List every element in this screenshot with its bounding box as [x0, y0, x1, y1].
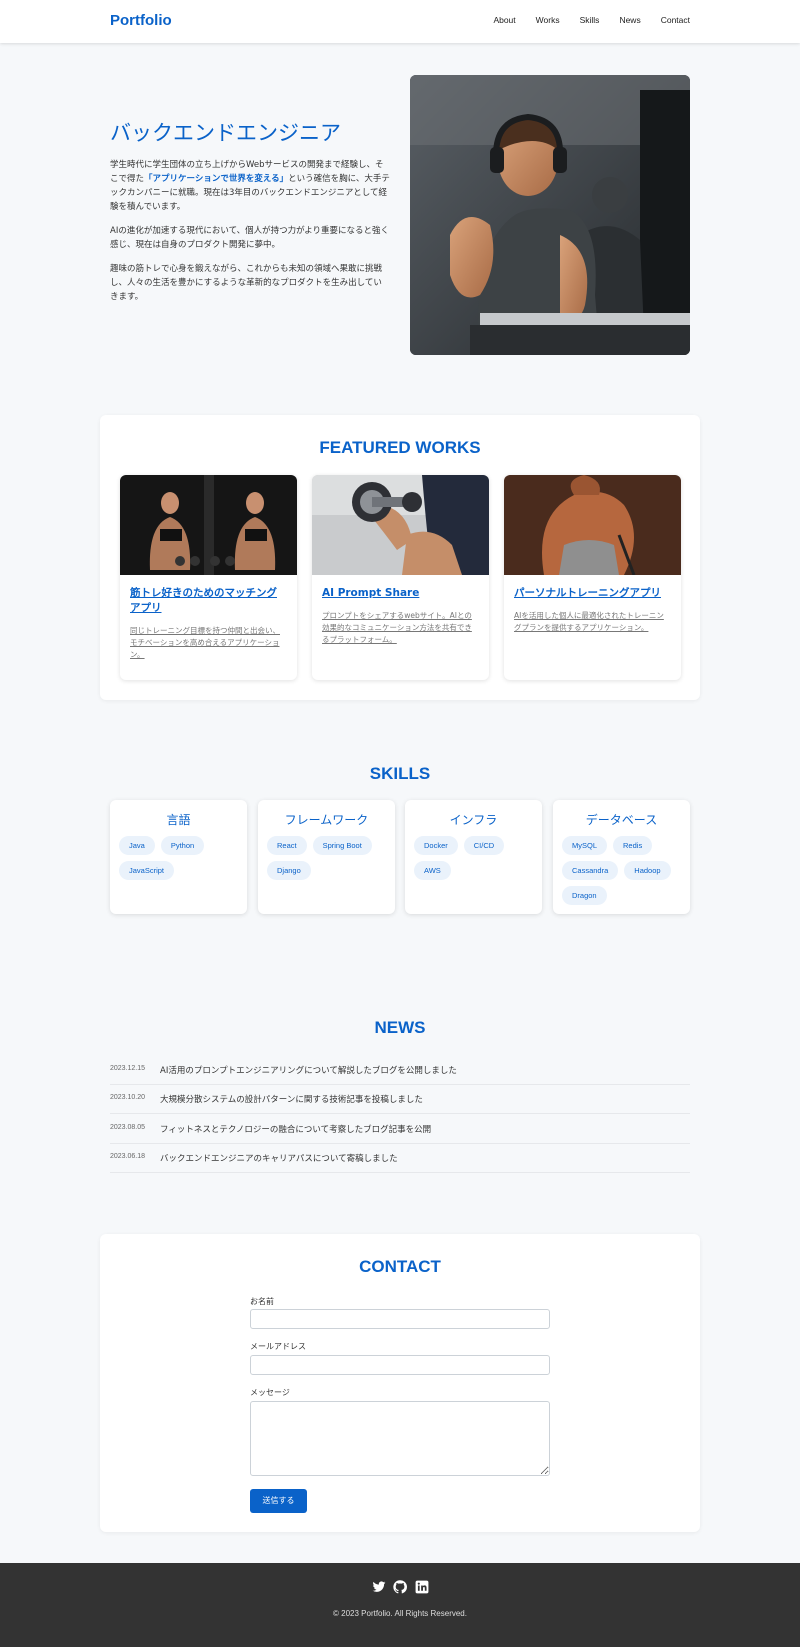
skill-tag: Dragon: [562, 886, 607, 905]
skill-tag: MySQL: [562, 836, 608, 855]
logo[interactable]: Portfolio: [110, 12, 172, 29]
skill-card-infra: インフラ Docker CI/CD AWS: [405, 800, 542, 914]
skill-tag: JavaScript: [119, 861, 175, 880]
linkedin-icon[interactable]: [415, 1580, 429, 1594]
hero-paragraph-2: AIの進化が加速する現代において、個人が持つ力がより重要になると強く感じ、現在は…: [110, 226, 390, 250]
skill-tag: Django: [267, 861, 311, 880]
site-footer: [0, 1563, 800, 1647]
news-date: 2023.06.18: [110, 1153, 146, 1160]
skill-card-language: 言語 Java Python JavaScript: [110, 800, 247, 914]
news-date: 2023.08.05: [110, 1124, 146, 1131]
work-image: [504, 475, 681, 575]
copyright: © 2023 Portfolio. All Rights Reserved.: [333, 1609, 467, 1618]
skill-category: フレームワーク: [284, 813, 369, 827]
nav-news[interactable]: News: [619, 15, 640, 25]
skill-category: データベース: [585, 813, 658, 827]
work-title[interactable]: パーソナルトレーニングアプリ: [514, 586, 671, 601]
news-text[interactable]: AI活用のプロンプトエンジニアリングについて解説したブログを公開しました: [160, 1064, 457, 1076]
hero-title: バックエンドエンジニア: [110, 121, 341, 145]
work-title[interactable]: AI Prompt Share: [322, 586, 479, 601]
work-image: [312, 475, 489, 575]
skill-tag: Docker: [414, 836, 458, 855]
skill-card-framework: フレームワーク React Spring Boot Django: [258, 800, 395, 914]
skill-tag: Spring Boot: [312, 836, 372, 855]
news-text[interactable]: 大規模分散システムの設計パターンに関する技術記事を投稿しました: [160, 1093, 423, 1105]
skill-tag: Python: [160, 836, 205, 855]
skill-tag: React: [267, 836, 307, 855]
skill-tag: CI/CD: [463, 836, 505, 855]
skill-tag: AWS: [414, 861, 451, 880]
work-desc[interactable]: 同じトレーニング目標を持つ仲間と出会い、モチベーションを高め合えるアプリケーショ…: [130, 625, 287, 661]
main-nav: About Works Skills News Contact: [493, 15, 690, 25]
nav-works[interactable]: Works: [536, 15, 560, 25]
skill-card-database: データベース MySQL Redis Cassandra Hadoop Drag…: [553, 800, 690, 914]
name-field[interactable]: [250, 1309, 550, 1329]
news-title: NEWS: [374, 1018, 426, 1037]
email-field[interactable]: [250, 1355, 550, 1375]
github-icon[interactable]: [393, 1580, 407, 1594]
work-title[interactable]: 筋トレ好きのためのマッチングアプリ: [130, 586, 287, 616]
news-text[interactable]: バックエンドエンジニアのキャリアパスについて寄稿しました: [160, 1152, 398, 1164]
skills-title: SKILLS: [369, 764, 431, 783]
work-card[interactable]: パーソナルトレーニングアプリ AIを活用した個人に最適化されたトレーニングプラン…: [504, 475, 681, 680]
contact-section: [100, 1234, 700, 1532]
email-label: メールアドレス: [250, 1342, 306, 1351]
hero-photo: [410, 75, 690, 355]
hero-highlight: 「アプリケーションで世界を変える」: [144, 174, 289, 184]
contact-title: CONTACT: [359, 1257, 441, 1276]
news-item[interactable]: 2023.08.05 フィットネスとテクノロジーの融合について考察したブログ記事…: [110, 1115, 690, 1144]
message-field[interactable]: [250, 1401, 550, 1476]
site-header: Portfolio About Works Skills News Contac…: [0, 0, 800, 43]
message-label: メッセージ: [250, 1388, 290, 1397]
skill-category: インフラ: [449, 813, 498, 827]
name-label: お名前: [250, 1297, 274, 1306]
news-date: 2023.10.20: [110, 1094, 146, 1101]
work-card[interactable]: AI Prompt Share プロンプトをシェアするwebサイト。AIとの効果…: [312, 475, 489, 680]
nav-about[interactable]: About: [493, 15, 515, 25]
news-item[interactable]: 2023.10.20 大規模分散システムの設計パターンに関する技術記事を投稿しま…: [110, 1085, 690, 1114]
submit-button[interactable]: 送信する: [250, 1489, 307, 1513]
skill-tag: Redis: [613, 836, 653, 855]
work-image: [120, 475, 297, 575]
skill-tag: Java: [119, 836, 155, 855]
news-item[interactable]: 2023.12.15 AI活用のプロンプトエンジニアリングについて解説したブログ…: [110, 1056, 690, 1085]
work-desc[interactable]: プロンプトをシェアするwebサイト。AIとの効果的なコミュニケーション方法を共有…: [322, 610, 479, 646]
twitter-icon[interactable]: [372, 1580, 386, 1594]
skill-tag: Hadoop: [624, 861, 671, 880]
works-title: FEATURED WORKS: [319, 438, 481, 457]
skill-category: 言語: [166, 813, 191, 827]
work-desc[interactable]: AIを活用した個人に最適化されたトレーニングプランを提供するアプリケーション。: [514, 610, 671, 634]
news-text[interactable]: フィットネスとテクノロジーの融合について考察したブログ記事を公開: [160, 1123, 431, 1135]
news-item[interactable]: 2023.06.18 バックエンドエンジニアのキャリアパスについて寄稿しました: [110, 1144, 690, 1173]
work-card[interactable]: 筋トレ好きのためのマッチングアプリ 同じトレーニング目標を持つ仲間と出会い、モチ…: [120, 475, 297, 680]
hero-paragraph-1: 学生時代に学生団体の立ち上げからWebサービスの開発まで経験し、そこで得た「アプ…: [110, 158, 390, 214]
hero-paragraph-3: 趣味の筋トレで心身を鍛えながら、これからも未知の領域へ果敢に挑戦し、人々の生活を…: [110, 264, 383, 302]
skill-tag: Cassandra: [562, 861, 619, 880]
nav-skills[interactable]: Skills: [580, 15, 600, 25]
news-date: 2023.12.15: [110, 1065, 146, 1072]
nav-contact[interactable]: Contact: [661, 15, 690, 25]
